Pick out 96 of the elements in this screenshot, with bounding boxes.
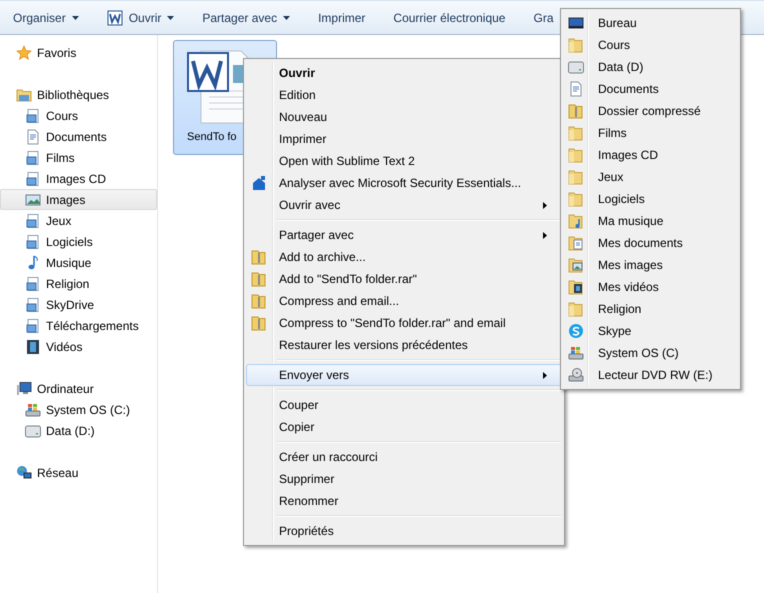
navigation-item[interactable]: Réseau — [0, 462, 157, 483]
navigation-item[interactable]: SkyDrive — [0, 294, 157, 315]
navigation-item[interactable]: Vidéos — [0, 336, 157, 357]
navigation-item[interactable]: Images — [0, 189, 157, 210]
menu-item[interactable]: Mes images — [563, 254, 738, 276]
navigation-item[interactable]: Religion — [0, 273, 157, 294]
menu-item[interactable]: Propriétés — [246, 520, 562, 542]
drive-icon — [568, 59, 584, 75]
skype-icon — [568, 323, 584, 339]
archive-icon — [568, 103, 584, 119]
folder-icon — [568, 37, 584, 53]
archive-icon — [251, 271, 267, 287]
system-drive-icon — [568, 345, 584, 361]
library-folder-icon — [25, 170, 41, 186]
menu-item[interactable]: Compress to "SendTo folder.rar" and email — [246, 312, 562, 334]
archive-icon — [251, 249, 267, 265]
menu-item[interactable]: Add to archive... — [246, 246, 562, 268]
toolbar-button[interactable]: Organiser — [5, 6, 87, 28]
videos-folder-icon — [568, 279, 584, 295]
menu-item[interactable]: Renommer — [246, 490, 562, 512]
navigation-item[interactable]: Jeux — [0, 210, 157, 231]
navigation-item[interactable]: Documents — [0, 126, 157, 147]
navigation-item[interactable]: Data (D:) — [0, 420, 157, 441]
library-icon — [16, 86, 32, 102]
file-name: SendTo fo — [187, 131, 237, 143]
navigation-item[interactable]: Films — [0, 147, 157, 168]
menu-item[interactable]: Restaurer les versions précédentes — [246, 334, 562, 356]
menu-item[interactable]: Skype — [563, 320, 738, 342]
star-icon — [16, 44, 32, 60]
dvd-drive-icon — [568, 367, 584, 383]
menu-item[interactable]: Copier — [246, 416, 562, 438]
menu-item[interactable]: Partager avec — [246, 224, 562, 246]
pictures-folder-icon — [568, 257, 584, 273]
menu-item[interactable]: Logiciels — [563, 188, 738, 210]
toolbar-button[interactable]: Gra — [525, 6, 562, 28]
menu-item[interactable]: Jeux — [563, 166, 738, 188]
menu-item[interactable]: Mes vidéos — [563, 276, 738, 298]
navigation-item[interactable]: Images CD — [0, 168, 157, 189]
navigation-item[interactable]: Téléchargements — [0, 315, 157, 336]
menu-item[interactable]: Créer un raccourci — [246, 446, 562, 468]
menu-item[interactable]: Ouvrir avec — [246, 194, 562, 216]
library-folder-icon — [25, 318, 41, 334]
menu-item[interactable]: Lecteur DVD RW (E:) — [563, 364, 738, 386]
drive-icon — [25, 422, 41, 438]
folder-icon — [568, 147, 584, 163]
word-icon — [106, 10, 123, 26]
toolbar-button[interactable]: Ouvrir — [98, 6, 182, 30]
menu-item[interactable]: Envoyer vers — [246, 364, 562, 386]
navigation-item[interactable]: Logiciels — [0, 231, 157, 252]
film-icon — [25, 338, 41, 354]
menu-item[interactable]: Dossier compressé — [563, 100, 738, 122]
menu-item[interactable]: Cours — [563, 34, 738, 56]
pictures-icon — [25, 192, 41, 208]
menu-item[interactable]: Religion — [563, 298, 738, 320]
menu-item[interactable]: Data (D) — [563, 56, 738, 78]
network-icon — [16, 464, 32, 480]
system-drive-icon — [25, 402, 41, 418]
library-folder-icon — [25, 296, 41, 312]
library-folder-icon — [25, 108, 41, 124]
documents-folder-icon — [568, 235, 584, 251]
menu-item[interactable]: Mes documents — [563, 232, 738, 254]
folder-icon — [568, 125, 584, 141]
library-folder-icon — [25, 276, 41, 292]
archive-icon — [251, 315, 267, 331]
menu-item[interactable]: Compress and email... — [246, 290, 562, 312]
menu-item[interactable]: Supprimer — [246, 468, 562, 490]
menu-item[interactable]: Documents — [563, 78, 738, 100]
menu-item[interactable]: Images CD — [563, 144, 738, 166]
navigation-item[interactable]: System OS (C:) — [0, 399, 157, 420]
toolbar-button[interactable]: Courrier électronique — [385, 6, 514, 28]
music-folder-icon — [568, 213, 584, 229]
folder-icon — [568, 301, 584, 317]
navigation-item[interactable]: Cours — [0, 105, 157, 126]
computer-icon — [16, 380, 32, 396]
toolbar-button[interactable]: Partager avec — [194, 6, 298, 28]
menu-item[interactable]: System OS (C) — [563, 342, 738, 364]
menu-item[interactable]: Add to "SendTo folder.rar" — [246, 268, 562, 290]
menu-item[interactable]: Ma musique — [563, 210, 738, 232]
archive-icon — [251, 293, 267, 309]
document-icon — [568, 81, 584, 97]
library-folder-icon — [25, 212, 41, 228]
library-folder-icon — [25, 150, 41, 166]
menu-item[interactable]: Bureau — [563, 12, 738, 34]
folder-icon — [568, 191, 584, 207]
library-folder-icon — [25, 234, 41, 250]
navigation-item[interactable]: Ordinateur — [0, 378, 157, 399]
navigation-item[interactable]: Musique — [0, 252, 157, 273]
navigation-item[interactable]: Favoris — [0, 42, 157, 63]
menu-item[interactable]: Analyser avec Microsoft Security Essentials... — [246, 172, 562, 194]
folder-icon — [568, 169, 584, 185]
desktop-icon — [568, 15, 584, 31]
document-icon — [25, 128, 41, 144]
navigation-item[interactable]: Bibliothèques — [0, 84, 157, 105]
toolbar-button[interactable]: Imprimer — [310, 6, 374, 28]
menu-item[interactable]: Couper — [246, 394, 562, 416]
menu-item[interactable]: Films — [563, 122, 738, 144]
